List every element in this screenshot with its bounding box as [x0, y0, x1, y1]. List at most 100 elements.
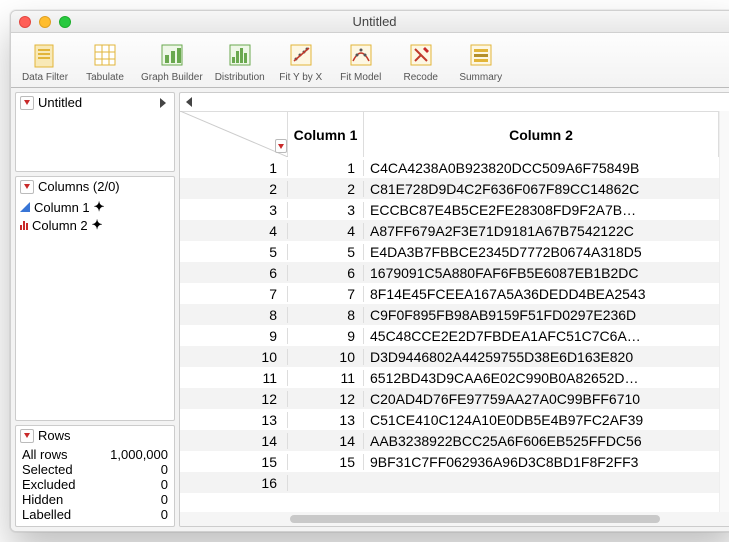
- tabulate-button[interactable]: Tabulate: [77, 37, 133, 85]
- vertical-scrollbar[interactable]: [719, 157, 729, 512]
- row-number[interactable]: 5: [180, 244, 288, 260]
- row-number[interactable]: 7: [180, 286, 288, 302]
- row-number[interactable]: 9: [180, 328, 288, 344]
- row-number[interactable]: 3: [180, 202, 288, 218]
- chevron-left-icon[interactable]: [186, 97, 192, 107]
- cell-col1[interactable]: 12: [288, 391, 364, 407]
- vertical-scrollbar[interactable]: [719, 111, 729, 157]
- cell-col2[interactable]: 9BF31C7FF062936A96D3C8BD1F8F2FF3: [364, 454, 719, 470]
- rows-all-label: All rows: [22, 447, 68, 462]
- cell-col1[interactable]: 7: [288, 286, 364, 302]
- cell-col2[interactable]: C4CA4238A0B923820DCC509A6F75849B: [364, 160, 719, 176]
- table-row[interactable]: 1010D3D9446802A44259755D38E6D163E820: [180, 346, 719, 367]
- table-row[interactable]: 16: [180, 472, 719, 493]
- cell-col2[interactable]: C51CE410C124A10E0DB5E4B97FC2AF39: [364, 412, 719, 428]
- table-row[interactable]: 1313C51CE410C124A10E0DB5E4B97FC2AF39: [180, 409, 719, 430]
- table-row[interactable]: 15159BF31C7FF062936A96D3C8BD1F8F2FF3: [180, 451, 719, 472]
- table-row[interactable]: 44A87FF679A2F3E71D9181A67B7542122C: [180, 220, 719, 241]
- table-row[interactable]: 22C81E728D9D4C2F636F067F89CC14862C: [180, 178, 719, 199]
- cell-col2[interactable]: 8F14E45FCEEA167A5A36DEDD4BEA2543: [364, 286, 719, 302]
- source-panel-header[interactable]: Untitled: [16, 93, 174, 112]
- cell-col1[interactable]: 5: [288, 244, 364, 260]
- cell-col1[interactable]: 2: [288, 181, 364, 197]
- row-number[interactable]: 13: [180, 412, 288, 428]
- rows-panel-header[interactable]: Rows: [16, 426, 174, 445]
- cell-col2[interactable]: 1679091C5A880FAF6FB5E6087EB1B2DC: [364, 265, 719, 281]
- chevron-right-icon[interactable]: [160, 98, 166, 108]
- plus-icon[interactable]: ✦: [92, 217, 103, 233]
- cell-col2[interactable]: D3D9446802A44259755D38E6D163E820: [364, 349, 719, 365]
- table-row[interactable]: 11C4CA4238A0B923820DCC509A6F75849B: [180, 157, 719, 178]
- sidebar: Untitled Columns (2/0) Column 1 ✦: [11, 88, 179, 531]
- row-number[interactable]: 12: [180, 391, 288, 407]
- cell-col1[interactable]: 9: [288, 328, 364, 344]
- disclosure-icon[interactable]: [20, 180, 34, 194]
- cell-col1[interactable]: 8: [288, 307, 364, 323]
- column-header-2[interactable]: Column 2: [364, 112, 719, 157]
- cell-col2[interactable]: AAB3238922BCC25A6F606EB525FFDC56: [364, 433, 719, 449]
- table-row[interactable]: 661679091C5A880FAF6FB5E6087EB1B2DC: [180, 262, 719, 283]
- column-header-1[interactable]: Column 1: [288, 112, 364, 157]
- distribution-icon: [224, 39, 256, 71]
- cell-col2[interactable]: C9F0F895FB98AB9159F51FD0297E236D: [364, 307, 719, 323]
- distribution-button[interactable]: Distribution: [211, 37, 269, 85]
- table-row[interactable]: 1414AAB3238922BCC25A6F606EB525FFDC56: [180, 430, 719, 451]
- data-filter-button[interactable]: Data Filter: [17, 37, 73, 85]
- rows-excluded-label: Excluded: [22, 477, 75, 492]
- cell-col2[interactable]: 45C48CCE2E2D7FBDEA1AFC51C7C6A…: [364, 328, 719, 344]
- cell-col2[interactable]: C20AD4D76FE97759AA27A0C99BFF6710: [364, 391, 719, 407]
- table-row[interactable]: 55E4DA3B7FBBCE2345D7772B0674A318D5: [180, 241, 719, 262]
- table-row[interactable]: 1212C20AD4D76FE97759AA27A0C99BFF6710: [180, 388, 719, 409]
- row-number[interactable]: 4: [180, 223, 288, 239]
- summary-button[interactable]: Summary: [453, 37, 509, 85]
- cell-col1[interactable]: 14: [288, 433, 364, 449]
- cell-col1[interactable]: 15: [288, 454, 364, 470]
- cell-col1[interactable]: 4: [288, 223, 364, 239]
- table-row[interactable]: 88C9F0F895FB98AB9159F51FD0297E236D: [180, 304, 719, 325]
- disclosure-icon[interactable]: [275, 139, 287, 153]
- toolbar-label: Recode: [404, 72, 438, 83]
- disclosure-icon[interactable]: [20, 429, 34, 443]
- rows-labelled-value: 0: [161, 507, 168, 522]
- plus-icon[interactable]: ✦: [94, 199, 105, 215]
- column-item[interactable]: Column 1 ✦: [20, 198, 170, 216]
- columns-panel: Columns (2/0) Column 1 ✦ Column 2 ✦: [15, 176, 175, 421]
- cell-col2[interactable]: C81E728D9D4C2F636F067F89CC14862C: [364, 181, 719, 197]
- table-row[interactable]: 9945C48CCE2E2D7FBDEA1AFC51C7C6A…: [180, 325, 719, 346]
- fit-y-by-x-button[interactable]: Fit Y by X: [273, 37, 329, 85]
- row-number[interactable]: 6: [180, 265, 288, 281]
- row-number[interactable]: 15: [180, 454, 288, 470]
- horizontal-scrollbar[interactable]: [180, 512, 729, 526]
- recode-button[interactable]: Recode: [393, 37, 449, 85]
- cell-col1[interactable]: 6: [288, 265, 364, 281]
- cell-col2[interactable]: E4DA3B7FBBCE2345D7772B0674A318D5: [364, 244, 719, 260]
- cell-col1[interactable]: 10: [288, 349, 364, 365]
- cell-col1[interactable]: 11: [288, 370, 364, 386]
- row-number[interactable]: 8: [180, 307, 288, 323]
- cell-col1[interactable]: 13: [288, 412, 364, 428]
- row-number[interactable]: 10: [180, 349, 288, 365]
- row-number[interactable]: 16: [180, 475, 288, 491]
- row-number[interactable]: 14: [180, 433, 288, 449]
- row-number[interactable]: 1: [180, 160, 288, 176]
- cell-col2[interactable]: ECCBC87E4B5CE2FE28308FD9F2A7B…: [364, 202, 719, 218]
- disclosure-icon[interactable]: [20, 96, 34, 110]
- cell-col2[interactable]: 6512BD43D9CAA6E02C990B0A82652D…: [364, 370, 719, 386]
- table-row[interactable]: 778F14E45FCEEA167A5A36DEDD4BEA2543: [180, 283, 719, 304]
- cell-col1[interactable]: 1: [288, 160, 364, 176]
- rows-panel: Rows All rows1,000,000 Selected0 Exclude…: [15, 425, 175, 527]
- graph-builder-button[interactable]: Graph Builder: [137, 37, 207, 85]
- cell-col1[interactable]: 3: [288, 202, 364, 218]
- row-number[interactable]: 11: [180, 370, 288, 386]
- app-window: Untitled Data Filter Tabulate Graph Buil…: [10, 10, 729, 532]
- graph-builder-icon: [156, 39, 188, 71]
- columns-panel-header[interactable]: Columns (2/0): [16, 177, 174, 196]
- table-row[interactable]: 11116512BD43D9CAA6E02C990B0A82652D…: [180, 367, 719, 388]
- cell-col2[interactable]: A87FF679A2F3E71D9181A67B7542122C: [364, 223, 719, 239]
- column-item[interactable]: Column 2 ✦: [20, 216, 170, 234]
- table-corner[interactable]: [180, 112, 288, 157]
- fit-model-button[interactable]: Fit Model: [333, 37, 389, 85]
- rows-viewport[interactable]: 11C4CA4238A0B923820DCC509A6F75849B22C81E…: [180, 157, 719, 512]
- table-row[interactable]: 33ECCBC87E4B5CE2FE28308FD9F2A7B…: [180, 199, 719, 220]
- row-number[interactable]: 2: [180, 181, 288, 197]
